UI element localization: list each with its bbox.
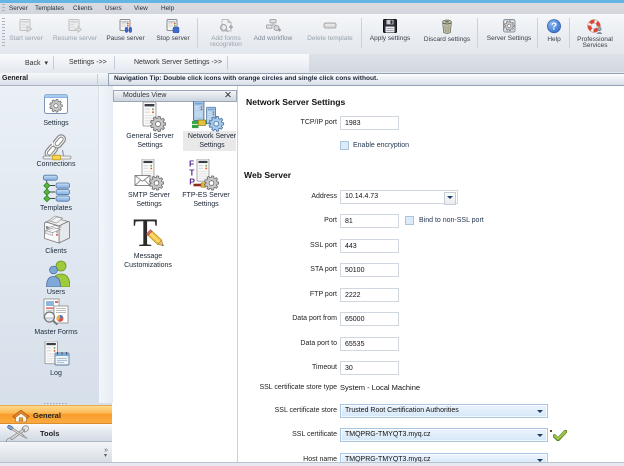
svg-text:?: ? — [551, 22, 557, 33]
